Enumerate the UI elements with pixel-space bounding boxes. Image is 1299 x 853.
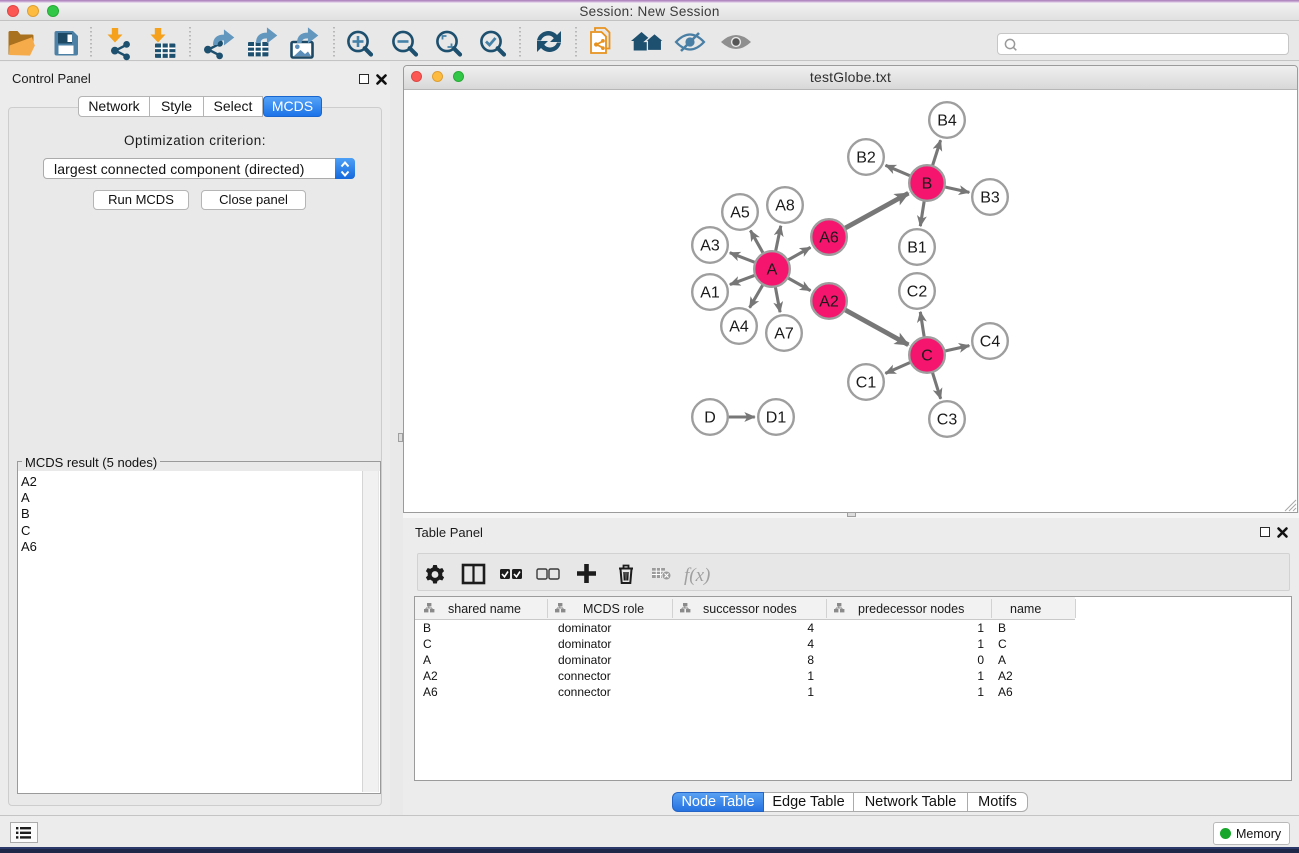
svg-text:8: 8 [807, 653, 814, 667]
svg-text:4: 4 [807, 637, 814, 651]
svg-text:C: C [998, 637, 1007, 651]
svg-text:A: A [423, 653, 431, 667]
svg-text:1: 1 [977, 669, 984, 683]
svg-text:1: 1 [807, 669, 814, 683]
svg-text:B: B [423, 621, 431, 635]
svg-text:shared name: shared name [448, 602, 521, 616]
svg-text:A: A [998, 653, 1006, 667]
svg-text:B3: B3 [980, 190, 1000, 207]
svg-text:B: B [998, 621, 1006, 635]
svg-text:A2: A2 [998, 669, 1013, 683]
svg-text:name: name [1010, 602, 1041, 616]
svg-text:0: 0 [977, 653, 984, 667]
svg-text:A4: A4 [729, 319, 749, 336]
svg-text:successor nodes: successor nodes [703, 602, 797, 616]
svg-text:C4: C4 [980, 334, 1001, 351]
svg-text:MCDS role: MCDS role [583, 602, 644, 616]
svg-text:A2: A2 [423, 669, 438, 683]
svg-text:D: D [704, 410, 716, 427]
svg-text:C: C [423, 637, 432, 651]
svg-text:4: 4 [807, 621, 814, 635]
svg-text:A5: A5 [730, 205, 750, 222]
svg-text:dominator: dominator [558, 637, 611, 651]
svg-text:A6: A6 [423, 685, 438, 699]
svg-text:connector: connector [558, 685, 611, 699]
svg-text:C3: C3 [937, 412, 958, 429]
svg-text:predecessor nodes: predecessor nodes [858, 602, 964, 616]
svg-text:B4: B4 [937, 113, 957, 130]
svg-text:f(x): f(x) [684, 565, 710, 586]
svg-text:A8: A8 [775, 198, 795, 215]
svg-text:A3: A3 [700, 238, 720, 255]
svg-text:A2: A2 [819, 294, 839, 311]
svg-text:D1: D1 [766, 410, 787, 427]
svg-text:dominator: dominator [558, 653, 611, 667]
svg-text:A6: A6 [819, 230, 839, 247]
svg-text:A6: A6 [998, 685, 1013, 699]
svg-text:C: C [921, 348, 933, 365]
svg-text:1: 1 [977, 685, 984, 699]
svg-text:connector: connector [558, 669, 611, 683]
svg-text:B: B [922, 176, 933, 193]
svg-text:B2: B2 [856, 150, 876, 167]
svg-text:C1: C1 [856, 375, 877, 392]
svg-text:1: 1 [977, 637, 984, 651]
svg-text:1: 1 [807, 685, 814, 699]
svg-text:dominator: dominator [558, 621, 611, 635]
svg-text:A1: A1 [700, 285, 720, 302]
svg-text:B1: B1 [907, 240, 927, 257]
svg-text:A7: A7 [774, 326, 794, 343]
svg-text:1: 1 [977, 621, 984, 635]
svg-text:C2: C2 [907, 284, 928, 301]
svg-text:A: A [767, 262, 778, 279]
